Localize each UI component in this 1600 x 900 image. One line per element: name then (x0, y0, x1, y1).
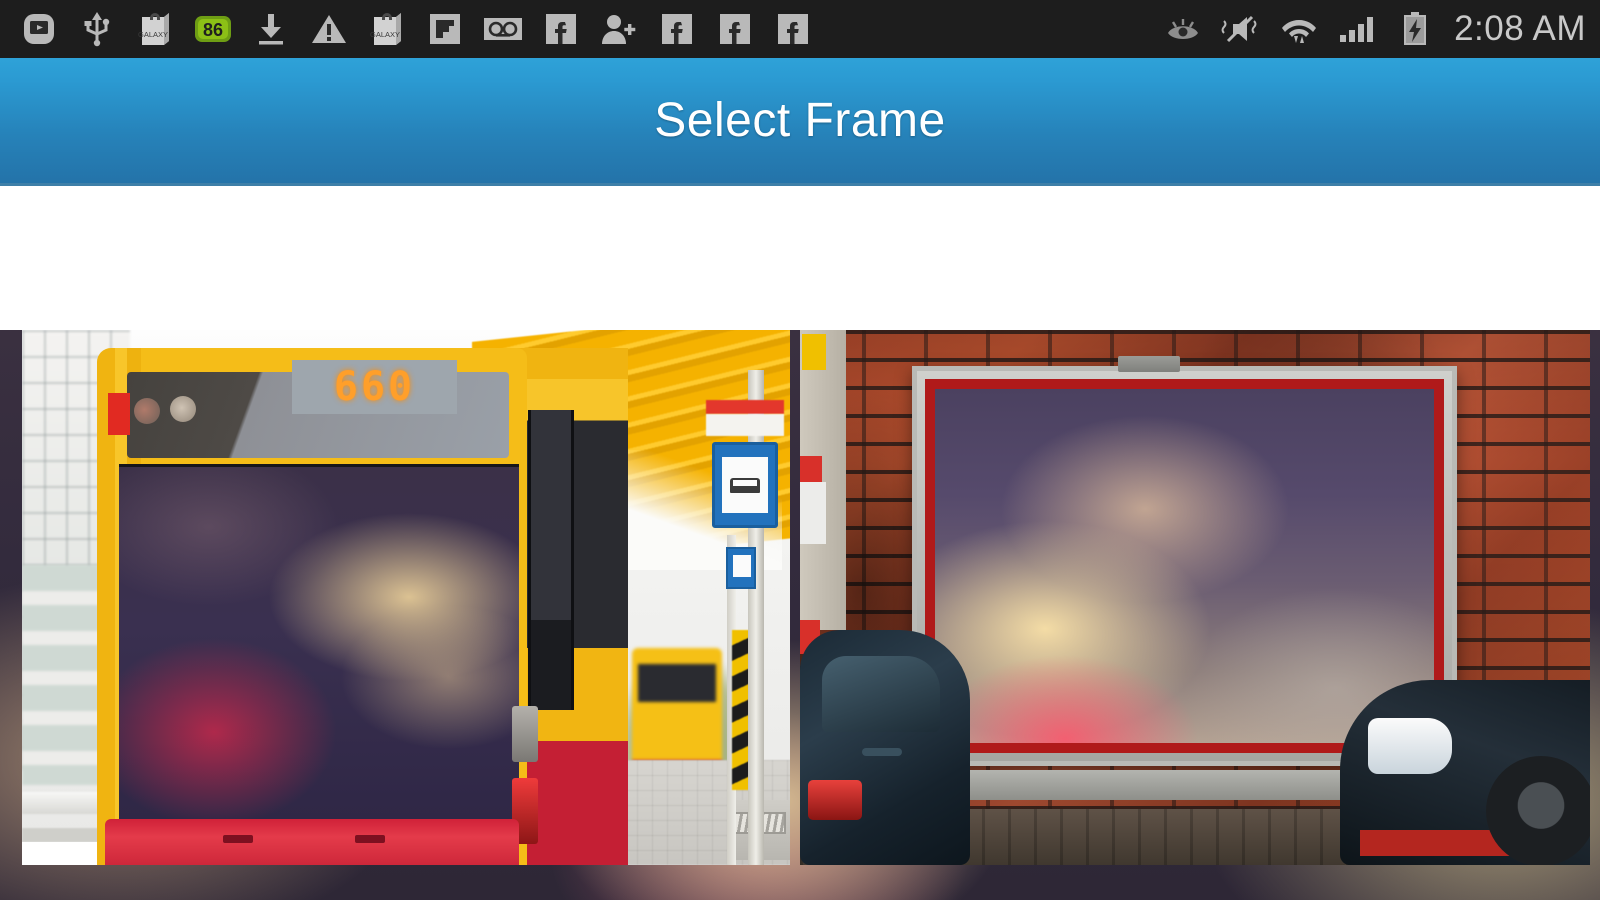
bus-advertisement-panel (119, 464, 519, 819)
svg-text:GALAXY: GALAXY (370, 30, 400, 39)
billboard-placeholder-image (935, 389, 1434, 743)
wifi-icon (1270, 0, 1328, 58)
stop-sign-white-bar (706, 414, 784, 436)
bus-rear-body: 660 (97, 348, 538, 865)
facebook-icon-2 (648, 0, 706, 58)
bus-rear-bumper (105, 819, 519, 865)
bus-stop-sign-inner (722, 457, 768, 513)
bus-door-2 (528, 410, 574, 710)
parked-car-right (1340, 680, 1590, 865)
usb-icon (68, 0, 126, 58)
page-title: Select Frame (654, 94, 946, 147)
bus-lamp-right (170, 396, 196, 422)
screen-mirroring-icon (10, 0, 68, 58)
bus-stop-sign (712, 442, 778, 528)
billboard-top-bracket (1118, 356, 1180, 372)
bus-indicator-light (512, 706, 538, 762)
friend-request-icon (590, 0, 648, 58)
status-bar-clock: 2:08 AM (1454, 9, 1586, 48)
svg-text:GALAXY: GALAXY (138, 30, 168, 39)
facebook-icon-1 (532, 0, 590, 58)
title-bar: Select Frame (0, 58, 1600, 186)
frame-picker-content: 660 (0, 189, 1600, 900)
facebook-icon-3 (706, 0, 764, 58)
status-bar-system-icons: 2:08 AM (1154, 0, 1600, 58)
bus-stop-sign-distant (726, 547, 756, 589)
bus-red-marker (108, 393, 130, 435)
battery-charging-icon (1386, 0, 1444, 58)
sound-muted-vibrate-icon (1212, 0, 1270, 58)
download-icon (242, 0, 300, 58)
bus-route-display: 660 (292, 360, 457, 414)
billboard-inner-border (925, 379, 1444, 753)
voicemail-icon (474, 0, 532, 58)
frame-thumbnail-bus-advertisement[interactable]: 660 (22, 330, 790, 865)
bus-route-number: 660 (333, 364, 416, 410)
cellular-signal-icon (1328, 0, 1386, 58)
galaxy-apps-icon-2: GALAXY (358, 0, 416, 58)
status-bar: GALAXY 86 GALAXY 2:08 AM (0, 0, 1600, 58)
facebook-icon-4 (764, 0, 822, 58)
warning-icon (300, 0, 358, 58)
stop-sign-red-bar (706, 400, 784, 414)
left-side-wall (800, 330, 846, 654)
frame-grid: 660 (0, 330, 1600, 900)
galaxy-apps-icon: GALAXY (126, 0, 184, 58)
svg-text:86: 86 (203, 20, 223, 40)
flipboard-icon (416, 0, 474, 58)
bus-glyph-icon (730, 477, 760, 493)
smart-stay-eye-icon (1154, 0, 1212, 58)
frame-thumbnail-brick-wall-billboard[interactable] (800, 330, 1590, 865)
bus-lamp-left (134, 398, 160, 424)
brick-wall-scene (800, 330, 1590, 865)
parked-car-left (800, 630, 970, 865)
status-bar-notification-icons: GALAXY 86 GALAXY (0, 0, 1154, 58)
bus-scene: 660 (22, 330, 790, 865)
update-badge-icon: 86 (184, 0, 242, 58)
